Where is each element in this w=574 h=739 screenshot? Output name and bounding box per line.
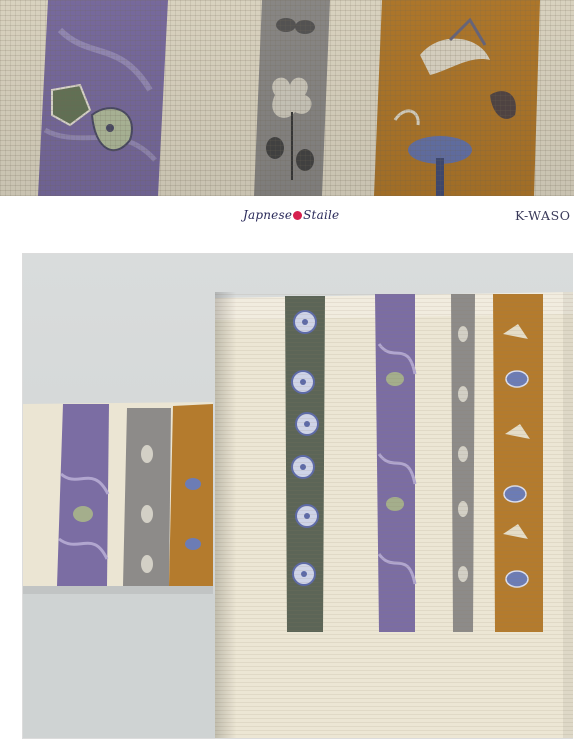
brand-word-1: Japnese [243, 208, 293, 222]
shop-name: K-WASO [515, 208, 571, 223]
textile-folded-photo [23, 254, 573, 738]
brand-logo-text: Japnese Staile [243, 208, 339, 222]
textile-closeup-photo [0, 0, 574, 196]
brand-word-2: Staile [303, 208, 340, 222]
red-dot-icon [293, 211, 303, 220]
